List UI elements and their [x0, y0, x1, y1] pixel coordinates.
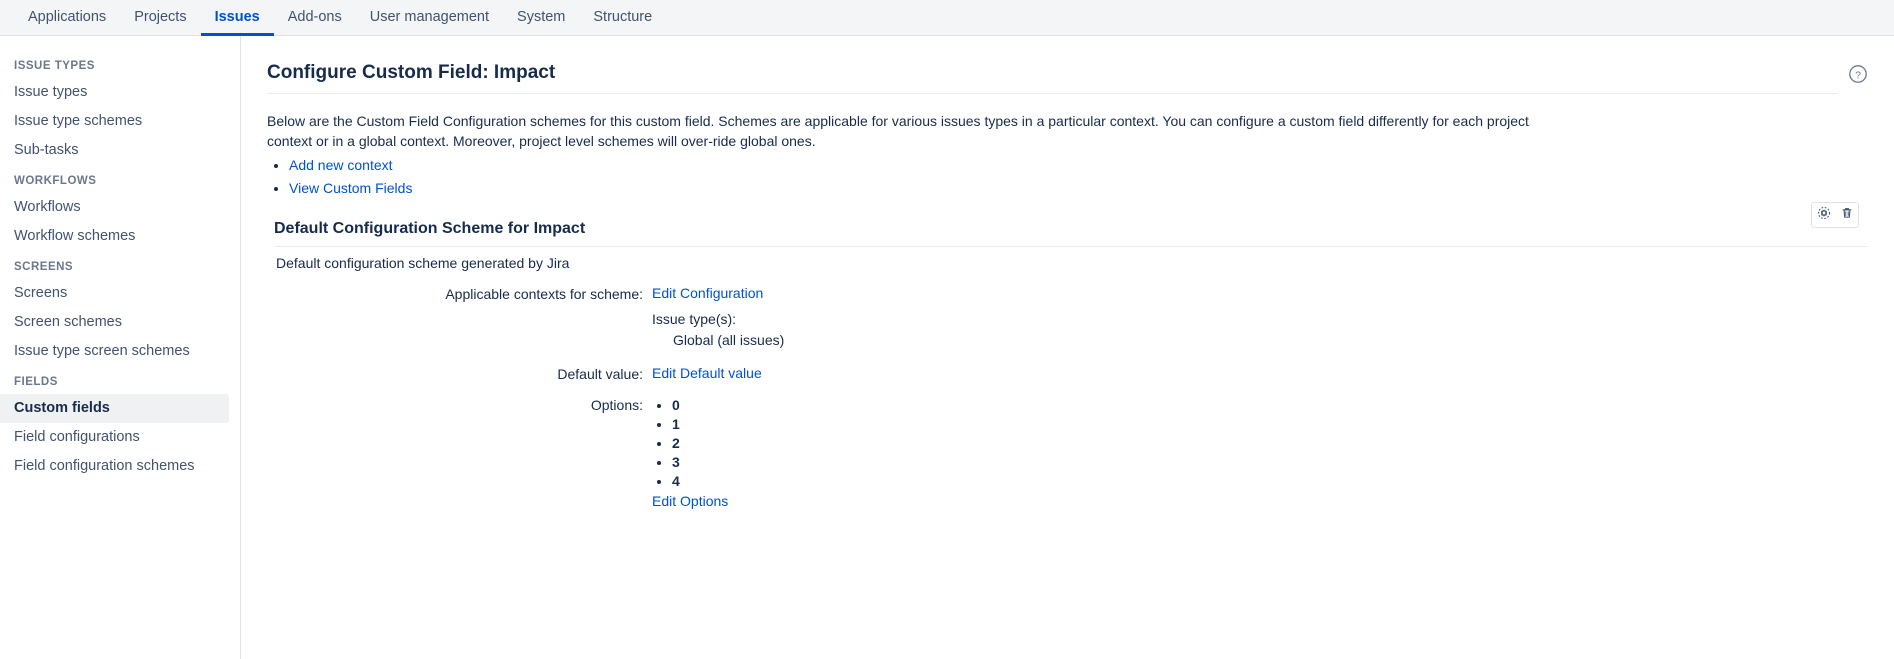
topnav-item-issues[interactable]: Issues: [201, 0, 274, 36]
options-list: 0 1 2 3 4: [652, 396, 728, 491]
topnav-item-user-management[interactable]: User management: [356, 0, 503, 36]
top-navigation-bar: Applications Projects Issues Add-ons Use…: [0, 0, 1894, 36]
configuration-scheme-panel: Default Configuration Scheme for Impact …: [267, 202, 1868, 509]
row-default-value: Default value: Edit Default value: [267, 365, 1868, 382]
sidebar-section-workflows: WORKFLOWS: [14, 175, 97, 187]
page-header: Configure Custom Field: Impact ?: [267, 62, 1868, 103]
topnav-item-system[interactable]: System: [503, 0, 579, 36]
gear-icon: [1817, 206, 1831, 225]
edit-options-wrapper: Edit Options: [652, 493, 728, 509]
main-content: Configure Custom Field: Impact ? Below a…: [241, 36, 1894, 659]
topnav-item-projects[interactable]: Projects: [120, 0, 200, 36]
sidebar-item-custom-fields[interactable]: Custom fields: [0, 394, 229, 423]
issue-types-spacer: [267, 309, 652, 310]
add-new-context-link[interactable]: Add new context: [289, 157, 393, 173]
topnav-item-applications[interactable]: Applications: [14, 0, 120, 36]
page-body: ISSUE TYPES Issue types Issue type schem…: [0, 36, 1894, 659]
edit-configuration-link[interactable]: Edit Configuration: [652, 285, 763, 301]
scheme-toolbar: [1811, 202, 1859, 228]
topnav-item-add-ons[interactable]: Add-ons: [274, 0, 356, 36]
view-custom-fields-link[interactable]: View Custom Fields: [289, 180, 412, 196]
configure-scheme-button[interactable]: [1812, 203, 1835, 227]
scheme-description: Default configuration scheme generated b…: [276, 255, 570, 271]
row-applicable-contexts: Applicable contexts for scheme: Edit Con…: [267, 285, 1868, 302]
help-circle-icon[interactable]: ?: [1848, 64, 1868, 84]
list-item: Add new context: [289, 157, 1868, 175]
sidebar-item-workflows[interactable]: Workflows: [0, 193, 229, 222]
default-value-value: Edit Default value: [652, 365, 762, 381]
sidebar-item-screen-schemes[interactable]: Screen schemes: [0, 308, 229, 337]
scheme-title: Default Configuration Scheme for Impact: [274, 220, 1868, 247]
list-item: 0: [672, 396, 728, 415]
sidebar-section-issue-types: ISSUE TYPES: [14, 60, 95, 72]
sidebar-item-issue-type-schemes[interactable]: Issue type schemes: [0, 107, 229, 136]
sidebar-item-field-configurations[interactable]: Field configurations: [0, 423, 229, 452]
list-item: 2: [672, 434, 728, 453]
list-item: View Custom Fields: [289, 180, 1868, 198]
sidebar-item-field-configuration-schemes[interactable]: Field configuration schemes: [0, 452, 229, 481]
svg-text:?: ?: [1855, 69, 1861, 81]
admin-sidebar: ISSUE TYPES Issue types Issue type schem…: [0, 36, 241, 659]
intro-description: Below are the Custom Field Configuration…: [267, 113, 1529, 149]
applicable-contexts-label: Applicable contexts for scheme:: [445, 286, 643, 302]
trash-icon: [1840, 206, 1854, 225]
delete-scheme-button[interactable]: [1835, 203, 1858, 227]
sidebar-item-screens[interactable]: Screens: [0, 279, 229, 308]
list-item: 3: [672, 453, 728, 472]
options-value: 0 1 2 3 4 Edit Options: [652, 396, 728, 509]
action-link-list: Add new context View Custom Fields: [267, 157, 1868, 198]
topnav-item-structure[interactable]: Structure: [579, 0, 666, 36]
row-options: Options: 0 1 2 3 4 Edit Options: [267, 396, 1868, 509]
issue-types-label: Issue type(s):: [652, 311, 737, 327]
applicable-contexts-value: Edit Configuration: [652, 285, 763, 301]
sidebar-item-workflow-schemes[interactable]: Workflow schemes: [0, 222, 229, 251]
edit-default-value-link[interactable]: Edit Default value: [652, 365, 762, 381]
sidebar-item-sub-tasks[interactable]: Sub-tasks: [0, 136, 229, 165]
options-label: Options:: [590, 397, 643, 413]
sidebar-item-issue-types[interactable]: Issue types: [0, 78, 229, 107]
list-item: 1: [672, 415, 728, 434]
list-item: 4: [672, 472, 728, 491]
row-issue-types: Issue type(s): Global (all issues): [267, 309, 1868, 351]
edit-options-link[interactable]: Edit Options: [652, 493, 728, 509]
issue-types-value: Global (all issues): [673, 332, 785, 348]
page-title: Configure Custom Field: Impact: [267, 62, 1838, 94]
default-value-label: Default value:: [557, 366, 643, 382]
sidebar-section-fields: FIELDS: [14, 376, 58, 388]
issue-types-block: Issue type(s): Global (all issues): [652, 309, 784, 351]
sidebar-item-issue-type-screen-schemes[interactable]: Issue type screen schemes: [0, 337, 229, 366]
sidebar-section-screens: SCREENS: [14, 261, 74, 273]
